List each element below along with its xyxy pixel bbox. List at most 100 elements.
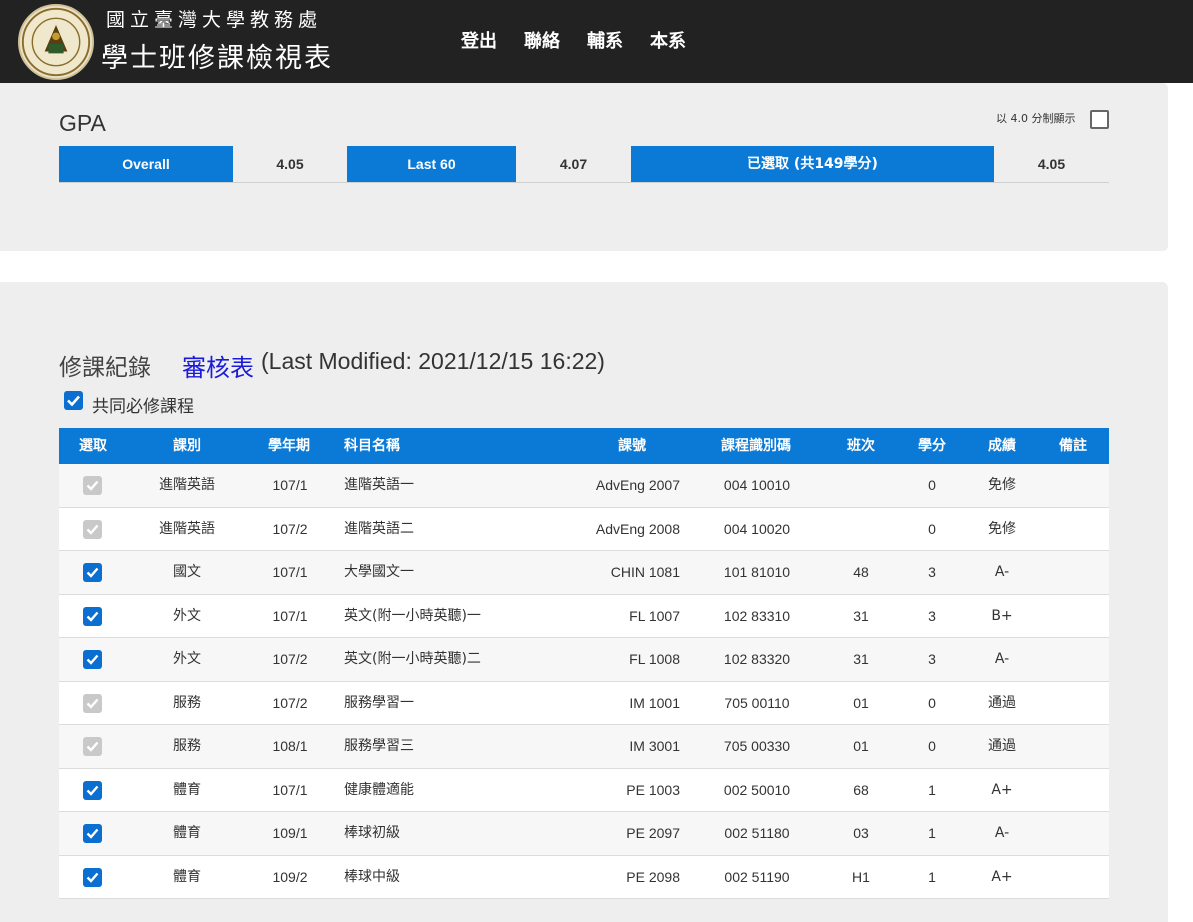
cell-grade: A+ <box>991 781 1013 798</box>
course-records-panel: 修課紀錄 審核表 (Last Modified: 2021/12/15 16:2… <box>0 282 1168 922</box>
col-class: 班次 <box>847 438 875 454</box>
cell-class: 03 <box>853 825 869 841</box>
table-row: 進階英語 107/2 進階英語二 AdvEng 2008 004 10020 0… <box>59 507 1109 551</box>
check-icon <box>86 828 99 839</box>
row-select-checkbox[interactable] <box>83 780 102 800</box>
cell-name: 棒球初級 <box>344 825 400 841</box>
row-select-checkbox <box>83 737 102 756</box>
cell-term: 107/1 <box>272 564 308 580</box>
cell-name: 進階英語二 <box>344 520 414 537</box>
row-select-checkbox <box>83 519 102 539</box>
check-icon <box>86 480 99 491</box>
row-select-checkbox[interactable] <box>83 824 102 843</box>
cell-grade: A- <box>994 564 1010 580</box>
cell-credits: 3 <box>928 651 936 667</box>
cell-term: 107/1 <box>272 607 308 624</box>
check-icon <box>86 524 99 535</box>
gpa-overall-label: Overall <box>59 146 233 182</box>
cell-term: 107/2 <box>272 694 308 711</box>
cell-credits: 1 <box>928 781 936 798</box>
cell-course-no: PE 2097 <box>626 825 680 841</box>
cell-course-no: IM 3001 <box>629 738 680 754</box>
cell-credits: 1 <box>928 868 936 885</box>
org-name: 國立臺灣大學教務處 <box>106 9 323 31</box>
cell-credits: 0 <box>928 738 936 754</box>
cell-grade: 通過 <box>988 694 1016 711</box>
cell-course-no: CHIN 1081 <box>610 564 680 580</box>
gpa-title: GPA <box>59 110 106 136</box>
nav-contact[interactable]: 聯絡 <box>524 27 560 53</box>
nav-logout[interactable]: 登出 <box>461 27 497 53</box>
cell-name: 服務學習三 <box>344 738 414 754</box>
cell-class <box>831 464 891 507</box>
cell-type: 體育 <box>173 781 201 798</box>
cell-credits: 3 <box>928 607 936 624</box>
cell-term: 107/1 <box>272 781 308 798</box>
required-courses-checkbox[interactable] <box>64 391 83 410</box>
cell-note <box>1042 464 1105 507</box>
cell-grade: 免修 <box>988 520 1016 537</box>
gpa-panel: GPA 以 4.0 分制顯示 Overall 4.05 Last 60 4.07… <box>0 83 1168 251</box>
table-row: 外文 107/1 英文(附一小時英聽)一 FL 1007 102 83310 3… <box>59 594 1109 638</box>
check-icon <box>86 698 99 709</box>
cell-type: 國文 <box>173 564 201 580</box>
nav-major[interactable]: 本系 <box>650 27 686 53</box>
cell-note <box>1042 856 1105 899</box>
cell-course-id: 705 00330 <box>723 738 791 754</box>
cell-course-id: 102 83310 <box>723 607 791 624</box>
cell-name: 棒球中級 <box>344 868 400 885</box>
col-course-no: 課號 <box>618 438 646 454</box>
cell-name: 進階英語一 <box>344 477 414 493</box>
cell-note <box>1042 638 1105 681</box>
course-table: 選取 課別 學年期 科目名稱 課號 課程識別碼 班次 學分 成績 備註 進階英語… <box>59 428 1109 899</box>
row-select-checkbox[interactable] <box>83 867 102 887</box>
col-credits: 學分 <box>918 438 946 454</box>
cell-course-id: 004 10020 <box>723 520 791 537</box>
cell-name: 大學國文一 <box>344 564 414 580</box>
cell-type: 進階英語 <box>159 520 215 537</box>
row-select-checkbox[interactable] <box>83 563 102 582</box>
cell-grade: A- <box>994 825 1010 841</box>
last-modified-text: (Last Modified: 2021/12/15 16:22) <box>261 348 605 374</box>
table-row: 外文 107/2 英文(附一小時英聽)二 FL 1008 102 83320 3… <box>59 638 1109 682</box>
cell-note <box>1042 769 1105 812</box>
cell-term: 107/1 <box>272 477 308 493</box>
cell-name: 英文(附一小時英聽)一 <box>344 607 481 624</box>
gpa-last60-label: Last 60 <box>347 146 516 182</box>
cell-grade: A- <box>994 651 1010 667</box>
row-select-checkbox[interactable] <box>83 650 102 669</box>
cell-course-id: 705 00110 <box>724 694 790 711</box>
cell-course-id: 002 50010 <box>723 781 791 798</box>
check-icon <box>67 395 80 407</box>
top-nav: 登出 聯絡 輔系 本系 <box>461 27 686 53</box>
cell-type: 服務 <box>173 738 201 754</box>
nav-minor[interactable]: 輔系 <box>587 27 623 53</box>
cell-course-id: 002 51180 <box>724 825 790 841</box>
cell-course-no: AdvEng 2008 <box>595 520 680 537</box>
cell-type: 體育 <box>173 825 201 841</box>
cell-type: 體育 <box>173 868 201 885</box>
cell-term: 108/1 <box>272 738 308 754</box>
cell-type: 服務 <box>173 694 201 711</box>
gpa-scale-toggle-checkbox[interactable] <box>1090 110 1109 129</box>
cell-class: 31 <box>853 651 869 667</box>
top-bar: 國立臺灣大學教務處 學士班修課檢視表 登出 聯絡 輔系 本系 <box>0 0 1193 83</box>
row-select-checkbox[interactable] <box>83 606 102 626</box>
cell-grade: B+ <box>991 607 1013 624</box>
cell-type: 進階英語 <box>159 477 215 493</box>
required-courses-label: 共同必修課程 <box>92 397 194 417</box>
col-course-id: 課程識別碼 <box>721 438 791 454</box>
cell-credits: 3 <box>928 564 936 580</box>
table-row: 服務 108/1 服務學習三 IM 3001 705 00330 01 0 通過 <box>59 725 1109 769</box>
cell-note <box>1042 682 1105 725</box>
row-select-checkbox <box>83 693 102 713</box>
review-sheet-link[interactable]: 審核表 <box>182 348 254 383</box>
gpa-selected-value: 4.05 <box>1037 156 1066 172</box>
table-row: 體育 109/1 棒球初級 PE 2097 002 51180 03 1 A- <box>59 812 1109 856</box>
row-select-checkbox <box>83 476 102 495</box>
cell-note <box>1042 595 1105 638</box>
cell-note <box>1042 725 1105 768</box>
cell-name: 健康體適能 <box>344 781 414 798</box>
col-name: 科目名稱 <box>344 438 400 454</box>
col-select: 選取 <box>79 438 107 454</box>
